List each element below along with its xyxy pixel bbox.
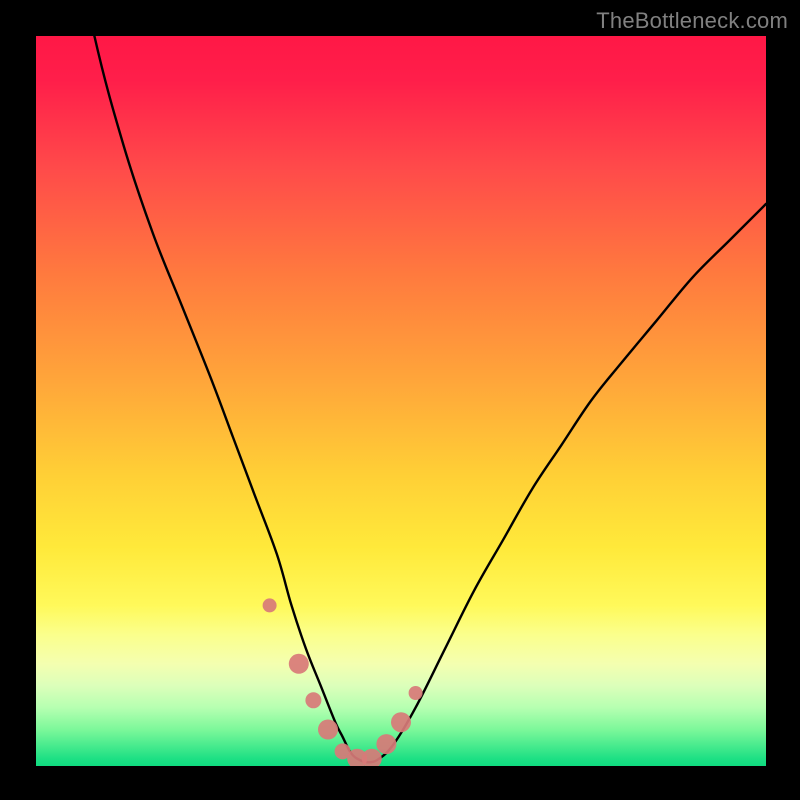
bottleneck-curve-svg bbox=[36, 36, 766, 766]
chart-frame: TheBottleneck.com bbox=[0, 0, 800, 800]
bottleneck-curve-path bbox=[36, 36, 766, 762]
highlight-marker-group bbox=[263, 598, 423, 766]
highlight-marker bbox=[376, 734, 396, 754]
highlight-marker bbox=[318, 720, 338, 740]
highlight-marker bbox=[305, 692, 321, 708]
highlight-marker bbox=[391, 712, 411, 732]
highlight-marker bbox=[409, 686, 423, 700]
highlight-marker bbox=[289, 654, 309, 674]
plot-area bbox=[36, 36, 766, 766]
highlight-marker bbox=[362, 749, 382, 766]
watermark-text: TheBottleneck.com bbox=[596, 8, 788, 34]
highlight-marker bbox=[263, 598, 277, 612]
